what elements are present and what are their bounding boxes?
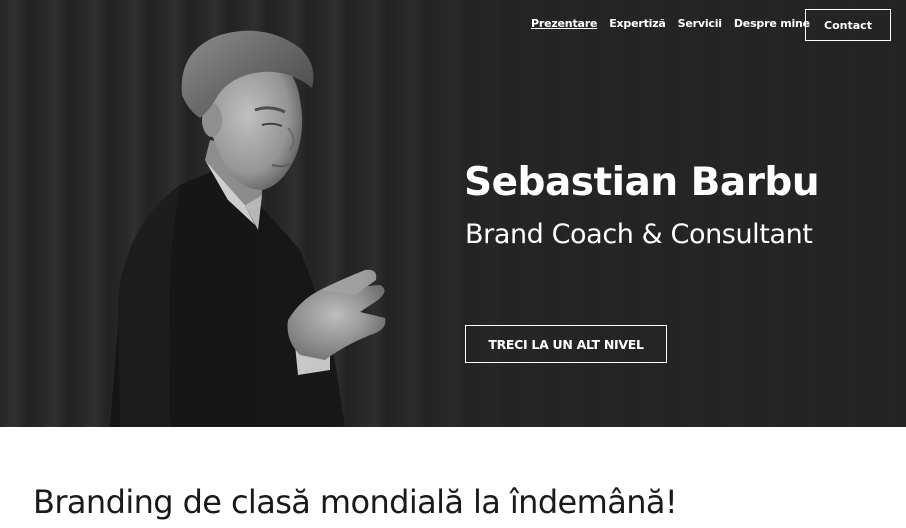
nav-item-expertiza[interactable]: Expertiză [609,17,666,30]
main-nav: Prezentare Expertiză Servicii Despre min… [531,17,822,30]
hero-subtitle: Brand Coach & Consultant [465,219,813,250]
hero-name: Sebastian Barbu [464,160,820,205]
contact-button[interactable]: Contact [805,9,891,41]
cta-button[interactable]: TRECI LA UN ALT NIVEL [465,325,667,363]
nav-item-despre-mine[interactable]: Despre mine [734,17,810,30]
section-title: Branding de clasă mondială la îndemână! [33,483,678,521]
nav-item-servicii[interactable]: Servicii [678,17,722,30]
hero-section: Prezentare Expertiză Servicii Despre min… [0,0,906,427]
nav-item-prezentare[interactable]: Prezentare [531,17,597,30]
hero-overlay [0,0,906,427]
